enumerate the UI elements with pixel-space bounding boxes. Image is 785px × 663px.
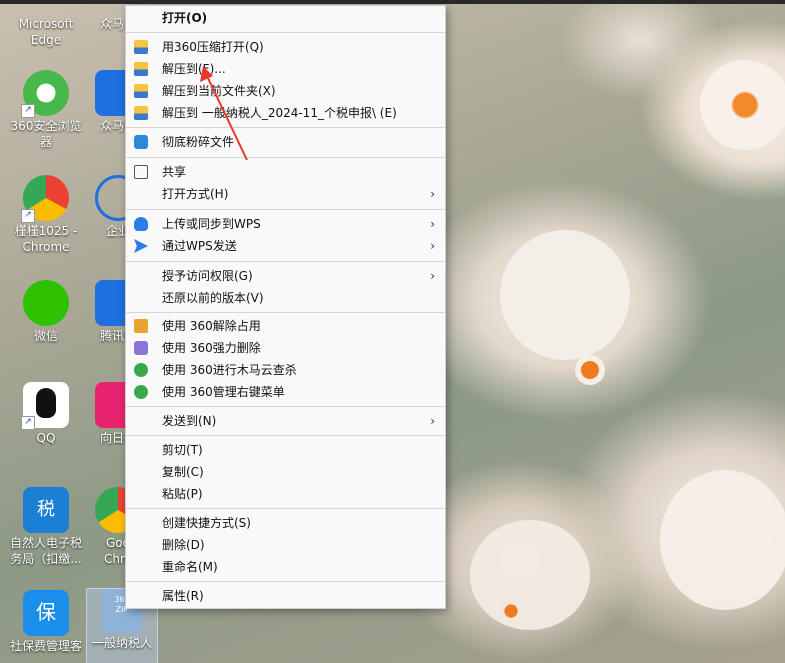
- annotation-arrow-icon: [200, 66, 248, 161]
- desktop-wallpaper: Microsoft Edge ↗ 360安全浏览 器 ↗ 槿槿1025 - Ch…: [0, 0, 785, 663]
